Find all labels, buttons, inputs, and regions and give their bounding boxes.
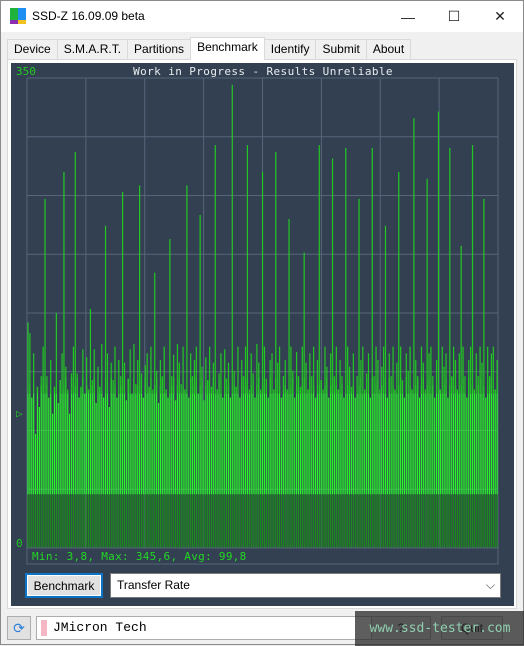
refresh-icon: ⟳ bbox=[13, 619, 25, 636]
y-tick-max: 350 bbox=[16, 65, 36, 78]
mode-select-value: Transfer Rate bbox=[117, 578, 190, 592]
drive-name: JMicron Tech bbox=[53, 620, 147, 635]
drive-color-swatch bbox=[41, 620, 47, 636]
tab-benchmark[interactable]: Benchmark bbox=[190, 37, 265, 60]
watermark: www.ssd-tester.com bbox=[355, 611, 524, 646]
benchmark-button[interactable]: Benchmark bbox=[25, 573, 103, 598]
average-marker-icon: ▷ bbox=[16, 406, 23, 420]
stats-readout: Min: 3,8, Max: 345,6, Avg: 99,8 bbox=[32, 550, 247, 563]
chart-title: Work in Progress - Results Unreliable bbox=[133, 65, 393, 78]
app-window: SSD-Z 16.09.09 beta — ☐ ✕ Device S.M.A.R… bbox=[0, 0, 524, 646]
y-tick-min: 0 bbox=[16, 537, 23, 550]
refresh-button[interactable]: ⟳ bbox=[7, 616, 31, 640]
transfer-rate-chart bbox=[26, 77, 499, 565]
mode-select[interactable]: Transfer Rate ⌵ bbox=[110, 573, 501, 598]
chevron-down-icon: ⌵ bbox=[485, 578, 495, 592]
